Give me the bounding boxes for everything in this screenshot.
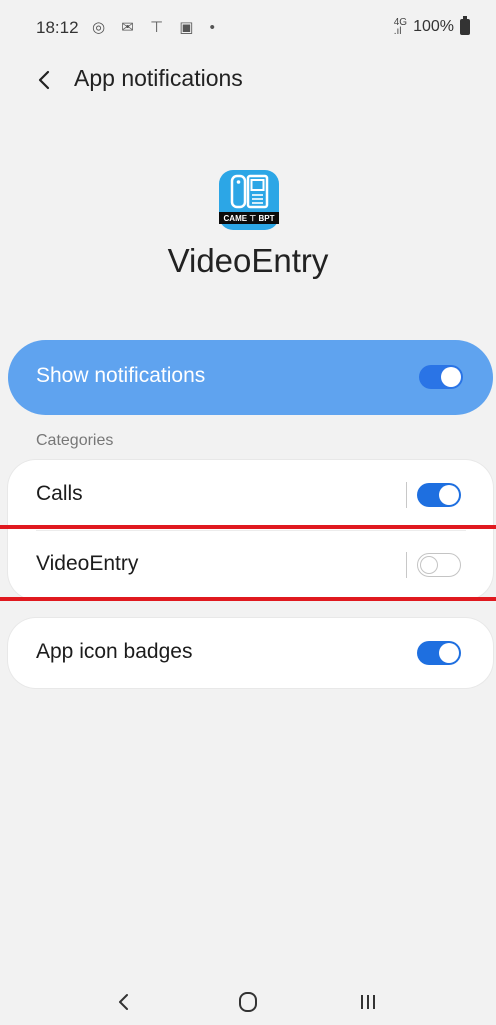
signal-icon: .ıl xyxy=(393,26,402,37)
status-bar: 18:12 ◎ ✉ ⊤ ▣ • 4G .ıl 100% xyxy=(0,0,496,60)
show-notifications-switch-row[interactable]: Show notifications xyxy=(8,340,493,415)
app-notifications-screen: 18:12 ◎ ✉ ⊤ ▣ • 4G .ıl 100% App notifica… xyxy=(0,0,496,1025)
show-notifications-toggle[interactable] xyxy=(419,365,463,389)
page-title: App notifications xyxy=(74,65,243,91)
divider xyxy=(406,482,407,508)
app-name: VideoEntry xyxy=(167,242,329,279)
category-label: VideoEntry xyxy=(36,552,139,575)
battery-percent: 100% xyxy=(413,18,454,35)
divider xyxy=(406,552,407,578)
category-row-calls[interactable]: Calls xyxy=(8,460,493,530)
back-arrow-icon[interactable] xyxy=(32,63,58,97)
app-icon-caption: CAME ⊤ BPT xyxy=(224,214,275,223)
navigation-bar xyxy=(0,975,496,1025)
app-icon-badges-label: App icon badges xyxy=(36,640,193,663)
show-notifications-label: Show notifications xyxy=(36,364,206,387)
category-label: Calls xyxy=(36,482,83,505)
app-icon-badges-row[interactable]: App icon badges xyxy=(8,618,493,688)
nav-back-icon[interactable] xyxy=(104,987,144,1017)
status-time: 18:12 xyxy=(36,18,79,37)
network-icon: 4G .ıl xyxy=(393,18,407,37)
battery-icon xyxy=(460,16,470,35)
categories-card: Calls VideoEntry xyxy=(8,460,493,600)
videoentry-toggle[interactable] xyxy=(417,553,461,577)
categories-heading: Categories xyxy=(36,432,114,449)
app-icon-badges-card: App icon badges xyxy=(8,618,493,688)
notification-icons: ◎ ✉ ⊤ ▣ • xyxy=(92,19,221,36)
toggle-knob xyxy=(441,367,461,387)
category-row-videoentry[interactable]: VideoEntry xyxy=(8,530,493,600)
nav-home-icon[interactable] xyxy=(228,987,268,1017)
status-right: 4G .ıl 100% xyxy=(393,16,470,37)
toggle-knob xyxy=(420,555,438,574)
highlight-line-top xyxy=(0,525,496,529)
nav-recents-icon[interactable] xyxy=(348,987,388,1017)
app-icon-badges-toggle[interactable] xyxy=(417,641,461,665)
highlight-line-bottom xyxy=(0,597,496,601)
app-icon: CAME ⊤ BPT xyxy=(219,170,279,230)
calls-toggle[interactable] xyxy=(417,483,461,507)
toggle-knob xyxy=(439,485,459,505)
toggle-knob xyxy=(439,643,459,663)
header: App notifications xyxy=(0,55,496,105)
